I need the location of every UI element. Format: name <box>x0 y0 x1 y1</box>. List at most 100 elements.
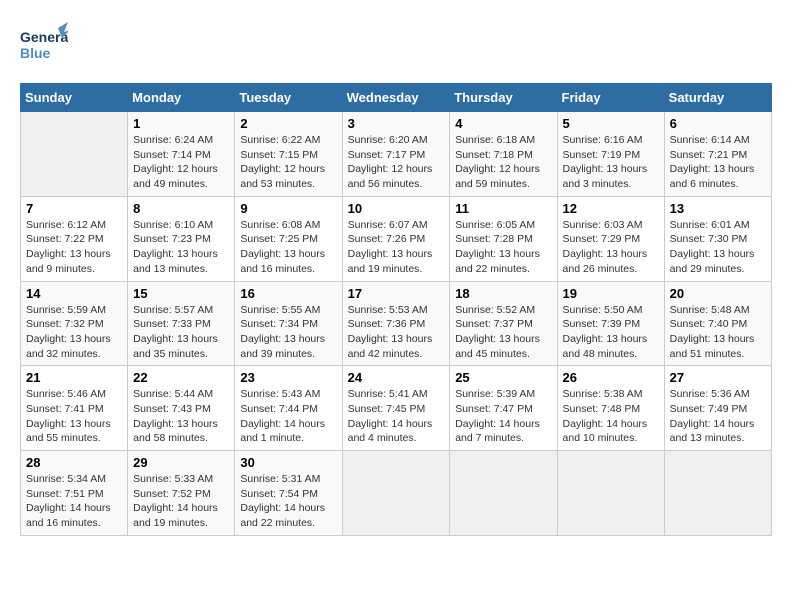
day-cell: 8 Sunrise: 6:10 AM Sunset: 7:23 PM Daylig… <box>128 196 235 281</box>
day-cell: 12Sunrise: 6:03 AM Sunset: 7:29 PM Dayli… <box>557 196 664 281</box>
day-cell <box>557 451 664 536</box>
day-number: 14 <box>26 286 122 301</box>
day-cell: 5 Sunrise: 6:16 AM Sunset: 7:19 PM Daylig… <box>557 112 664 197</box>
week-row-4: 21 Sunrise: 5:46 AM Sunset: 7:41 PM Dayli… <box>21 366 772 451</box>
day-number: 15 <box>133 286 229 301</box>
day-cell: 10Sunrise: 6:07 AM Sunset: 7:26 PM Dayli… <box>342 196 450 281</box>
day-cell: 23 Sunrise: 5:43 AM Sunset: 7:44 PM Dayli… <box>235 366 342 451</box>
day-cell <box>664 451 771 536</box>
day-number: 29 <box>133 455 229 470</box>
day-info: Sunrise: 5:59 AM Sunset: 7:32 PM Dayligh… <box>26 303 122 362</box>
day-number: 24 <box>348 370 445 385</box>
day-number: 7 <box>26 201 122 216</box>
day-info: Sunrise: 5:43 AM Sunset: 7:44 PM Dayligh… <box>240 387 336 446</box>
week-row-5: 28Sunrise: 5:34 AM Sunset: 7:51 PM Dayli… <box>21 451 772 536</box>
day-number: 20 <box>670 286 766 301</box>
day-cell: 30Sunrise: 5:31 AM Sunset: 7:54 PM Dayli… <box>235 451 342 536</box>
logo: General Blue <box>20 20 68 73</box>
day-cell: 20 Sunrise: 5:48 AM Sunset: 7:40 PM Dayli… <box>664 281 771 366</box>
day-info: Sunrise: 5:36 AM Sunset: 7:49 PM Dayligh… <box>670 387 766 446</box>
day-cell: 16 Sunrise: 5:55 AM Sunset: 7:34 PM Dayli… <box>235 281 342 366</box>
day-cell: 7 Sunrise: 6:12 AM Sunset: 7:22 PM Daylig… <box>21 196 128 281</box>
day-cell <box>450 451 557 536</box>
day-cell: 26 Sunrise: 5:38 AM Sunset: 7:48 PM Dayli… <box>557 366 664 451</box>
day-number: 3 <box>348 116 445 131</box>
day-cell: 9 Sunrise: 6:08 AM Sunset: 7:25 PM Daylig… <box>235 196 342 281</box>
day-number: 6 <box>670 116 766 131</box>
column-header-thursday: Thursday <box>450 84 557 112</box>
day-info: Sunrise: 5:52 AM Sunset: 7:37 PM Dayligh… <box>455 303 551 362</box>
day-number: 2 <box>240 116 336 131</box>
calendar-table: SundayMondayTuesdayWednesdayThursdayFrid… <box>20 83 772 536</box>
day-number: 10 <box>348 201 445 216</box>
logo-icon: General Blue <box>20 20 68 68</box>
day-info: Sunrise: 5:39 AM Sunset: 7:47 PM Dayligh… <box>455 387 551 446</box>
day-info: Sunrise: 5:38 AM Sunset: 7:48 PM Dayligh… <box>563 387 659 446</box>
day-info: Sunrise: 6:05 AM Sunset: 7:28 PM Dayligh… <box>455 218 551 277</box>
day-info: Sunrise: 6:22 AM Sunset: 7:15 PM Dayligh… <box>240 133 336 192</box>
day-info: Sunrise: 6:01 AM Sunset: 7:30 PM Dayligh… <box>670 218 766 277</box>
day-info: Sunrise: 5:44 AM Sunset: 7:43 PM Dayligh… <box>133 387 229 446</box>
day-cell: 25Sunrise: 5:39 AM Sunset: 7:47 PM Dayli… <box>450 366 557 451</box>
day-cell: 18 Sunrise: 5:52 AM Sunset: 7:37 PM Dayli… <box>450 281 557 366</box>
day-cell <box>21 112 128 197</box>
day-info: Sunrise: 5:46 AM Sunset: 7:41 PM Dayligh… <box>26 387 122 446</box>
day-info: Sunrise: 6:20 AM Sunset: 7:17 PM Dayligh… <box>348 133 445 192</box>
day-number: 19 <box>563 286 659 301</box>
day-info: Sunrise: 6:12 AM Sunset: 7:22 PM Dayligh… <box>26 218 122 277</box>
day-info: Sunrise: 5:33 AM Sunset: 7:52 PM Dayligh… <box>133 472 229 531</box>
svg-text:Blue: Blue <box>20 45 51 61</box>
day-number: 26 <box>563 370 659 385</box>
day-number: 1 <box>133 116 229 131</box>
day-cell: 6 Sunrise: 6:14 AM Sunset: 7:21 PM Daylig… <box>664 112 771 197</box>
column-header-friday: Friday <box>557 84 664 112</box>
day-cell: 19 Sunrise: 5:50 AM Sunset: 7:39 PM Dayli… <box>557 281 664 366</box>
day-number: 16 <box>240 286 336 301</box>
day-cell: 3 Sunrise: 6:20 AM Sunset: 7:17 PM Daylig… <box>342 112 450 197</box>
day-number: 9 <box>240 201 336 216</box>
day-info: Sunrise: 6:14 AM Sunset: 7:21 PM Dayligh… <box>670 133 766 192</box>
week-row-3: 14 Sunrise: 5:59 AM Sunset: 7:32 PM Dayli… <box>21 281 772 366</box>
day-number: 27 <box>670 370 766 385</box>
day-cell: 11 Sunrise: 6:05 AM Sunset: 7:28 PM Dayli… <box>450 196 557 281</box>
day-number: 23 <box>240 370 336 385</box>
day-info: Sunrise: 6:24 AM Sunset: 7:14 PM Dayligh… <box>133 133 229 192</box>
day-number: 18 <box>455 286 551 301</box>
day-info: Sunrise: 6:16 AM Sunset: 7:19 PM Dayligh… <box>563 133 659 192</box>
day-info: Sunrise: 6:08 AM Sunset: 7:25 PM Dayligh… <box>240 218 336 277</box>
day-cell: 14 Sunrise: 5:59 AM Sunset: 7:32 PM Dayli… <box>21 281 128 366</box>
column-header-monday: Monday <box>128 84 235 112</box>
day-info: Sunrise: 5:34 AM Sunset: 7:51 PM Dayligh… <box>26 472 122 531</box>
day-number: 5 <box>563 116 659 131</box>
day-number: 11 <box>455 201 551 216</box>
day-info: Sunrise: 5:48 AM Sunset: 7:40 PM Dayligh… <box>670 303 766 362</box>
day-info: Sunrise: 5:50 AM Sunset: 7:39 PM Dayligh… <box>563 303 659 362</box>
column-header-saturday: Saturday <box>664 84 771 112</box>
day-number: 8 <box>133 201 229 216</box>
week-row-1: 1 Sunrise: 6:24 AM Sunset: 7:14 PM Daylig… <box>21 112 772 197</box>
day-info: Sunrise: 5:53 AM Sunset: 7:36 PM Dayligh… <box>348 303 445 362</box>
day-number: 4 <box>455 116 551 131</box>
day-cell: 17 Sunrise: 5:53 AM Sunset: 7:36 PM Dayli… <box>342 281 450 366</box>
day-info: Sunrise: 6:18 AM Sunset: 7:18 PM Dayligh… <box>455 133 551 192</box>
day-number: 12 <box>563 201 659 216</box>
day-cell: 13 Sunrise: 6:01 AM Sunset: 7:30 PM Dayli… <box>664 196 771 281</box>
day-number: 13 <box>670 201 766 216</box>
column-header-tuesday: Tuesday <box>235 84 342 112</box>
day-cell <box>342 451 450 536</box>
day-cell: 21 Sunrise: 5:46 AM Sunset: 7:41 PM Dayli… <box>21 366 128 451</box>
column-header-sunday: Sunday <box>21 84 128 112</box>
day-number: 17 <box>348 286 445 301</box>
column-header-wednesday: Wednesday <box>342 84 450 112</box>
day-cell: 15 Sunrise: 5:57 AM Sunset: 7:33 PM Dayli… <box>128 281 235 366</box>
day-number: 30 <box>240 455 336 470</box>
day-info: Sunrise: 5:41 AM Sunset: 7:45 PM Dayligh… <box>348 387 445 446</box>
day-cell: 24 Sunrise: 5:41 AM Sunset: 7:45 PM Dayli… <box>342 366 450 451</box>
day-info: Sunrise: 5:55 AM Sunset: 7:34 PM Dayligh… <box>240 303 336 362</box>
day-number: 22 <box>133 370 229 385</box>
day-info: Sunrise: 6:10 AM Sunset: 7:23 PM Dayligh… <box>133 218 229 277</box>
day-number: 21 <box>26 370 122 385</box>
day-info: Sunrise: 5:57 AM Sunset: 7:33 PM Dayligh… <box>133 303 229 362</box>
day-cell: 4 Sunrise: 6:18 AM Sunset: 7:18 PM Daylig… <box>450 112 557 197</box>
header-row: SundayMondayTuesdayWednesdayThursdayFrid… <box>21 84 772 112</box>
